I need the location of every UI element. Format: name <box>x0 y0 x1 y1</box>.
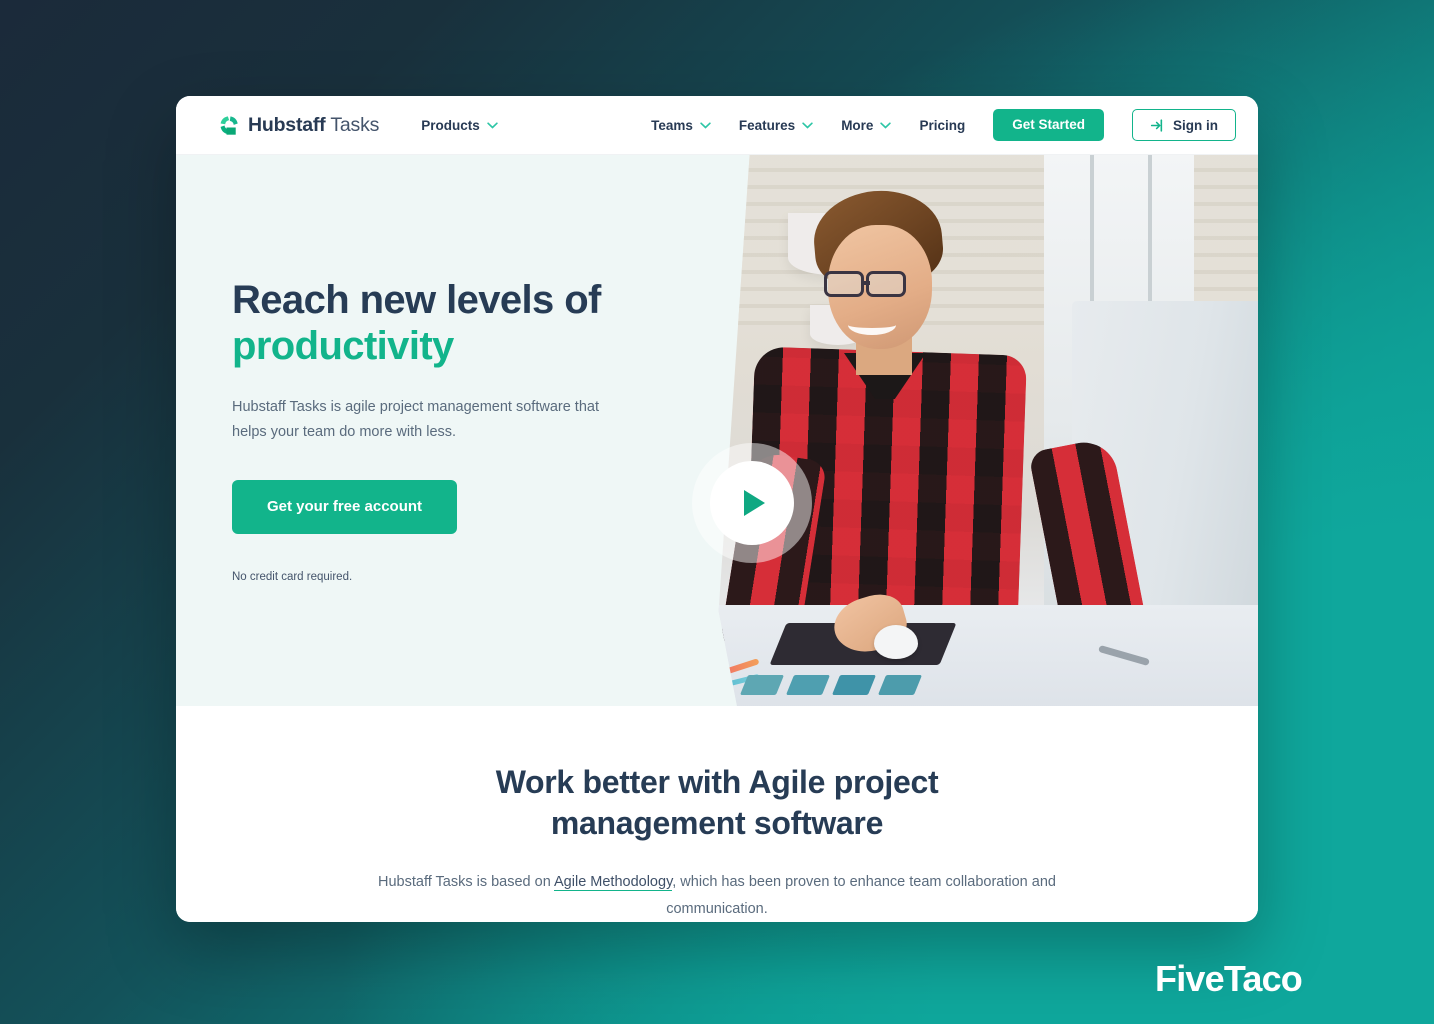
section-title: Work better with Agile project managemen… <box>495 764 939 841</box>
chevron-down-icon <box>880 121 892 129</box>
section-body-before: Hubstaff Tasks is based on <box>378 874 555 890</box>
sign-in-arrow-icon <box>1150 118 1163 132</box>
nav-item-more[interactable]: More <box>841 117 892 133</box>
photo-person-glasses-right <box>866 271 906 297</box>
hero-photo-scene <box>718 155 1258 706</box>
hero-section: Reach new levels of productivity Hubstaf… <box>176 155 1258 706</box>
nav-item-products[interactable]: Products <box>421 118 498 133</box>
section-agile: Work better with Agile project managemen… <box>176 706 1258 922</box>
nav-item-teams[interactable]: Teams <box>651 118 711 133</box>
brand-name-bold: Hubstaff <box>248 113 326 136</box>
chevron-down-icon <box>700 121 711 129</box>
photo-person-glasses-bridge <box>862 281 870 285</box>
photo-person-glasses-left <box>824 271 864 297</box>
nav-item-pricing-label: Pricing <box>919 117 966 133</box>
top-navigation-bar: Hubstaff Tasks Products Teams Features M… <box>176 96 1258 155</box>
hero-title: Reach new levels of productivity <box>232 277 662 369</box>
chevron-down-icon <box>802 121 813 129</box>
photo-person-smile <box>848 315 896 335</box>
nav-item-products-label: Products <box>421 117 480 133</box>
agile-methodology-link[interactable]: Agile Methodology <box>554 874 673 891</box>
hero-title-line1: Reach new levels of <box>232 278 601 322</box>
hero-photo <box>718 155 1258 706</box>
sign-in-label: Sign in <box>1173 117 1218 133</box>
get-free-account-button[interactable]: Get your free account <box>232 480 458 534</box>
nav-item-features-label: Features <box>738 117 796 133</box>
chevron-down-icon <box>487 121 498 129</box>
hubstaff-pinwheel-logo-icon <box>220 115 238 135</box>
hero-copy: Reach new levels of productivity Hubstaf… <box>232 277 662 583</box>
browser-card: Hubstaff Tasks Products Teams Features M… <box>176 96 1258 922</box>
play-video-button[interactable] <box>710 461 794 545</box>
photo-mouse <box>874 625 918 659</box>
nav-right-group: Teams Features More Pricing Get Started <box>651 109 1236 141</box>
brand-name-light: Tasks <box>330 113 380 136</box>
hero-note: No credit card required. <box>232 571 353 583</box>
nav-item-teams-label: Teams <box>651 117 693 133</box>
brand-logo[interactable]: Hubstaff Tasks <box>218 114 379 137</box>
nav-item-pricing[interactable]: Pricing <box>919 118 965 133</box>
section-body-after: , which has been proven to enhance team … <box>666 874 1056 917</box>
brand-name: Hubstaff Tasks <box>248 114 379 137</box>
play-button-icon <box>744 490 765 516</box>
hero-subtitle: Hubstaff Tasks is agile project manageme… <box>232 399 599 440</box>
sign-in-button[interactable]: Sign in <box>1132 109 1236 141</box>
section-body: Hubstaff Tasks is based on Agile Methodo… <box>367 869 1067 922</box>
hero-title-line2: productivity <box>232 324 454 368</box>
photo-desk <box>718 605 1258 706</box>
nav-item-more-label: More <box>841 117 874 133</box>
nav-item-features[interactable]: Features <box>739 118 813 133</box>
fivetaco-watermark: FiveTaco <box>1155 958 1303 999</box>
get-started-button[interactable]: Get Started <box>993 109 1104 141</box>
nav-left-group: Products <box>421 118 498 133</box>
